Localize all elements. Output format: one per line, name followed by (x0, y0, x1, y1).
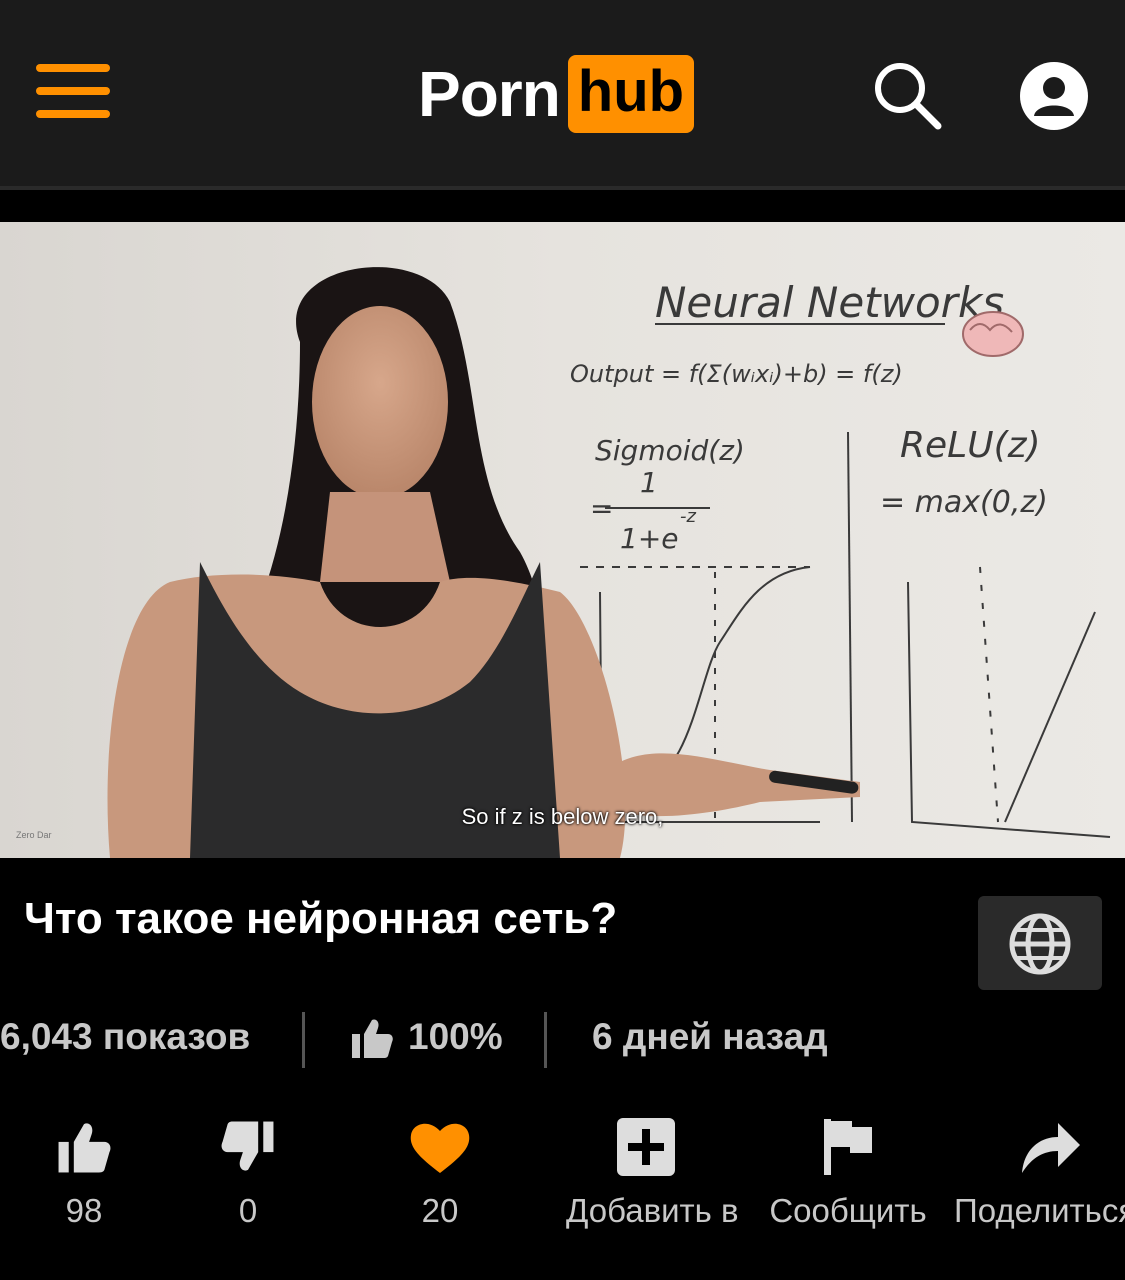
logo-text-right: hub (567, 55, 695, 133)
svg-text:=: = (590, 492, 613, 525)
add-to-label: Добавить в (566, 1192, 739, 1229)
thumbs-down-icon (221, 1121, 274, 1171)
video-frame: Neural Networks Output = f(Σ(wᵢxᵢ)+b) = … (0, 222, 1125, 858)
share-label: Поделиться (954, 1192, 1125, 1229)
stats-divider (544, 1012, 547, 1068)
view-count: 6,043 показов (0, 1016, 251, 1057)
rating-percentage: 100% (408, 1016, 503, 1057)
heart-icon (410, 1123, 470, 1173)
stats-divider (302, 1012, 305, 1068)
like-count: 98 (65, 1192, 103, 1229)
report-label: Сообщить (769, 1192, 927, 1229)
video-player[interactable]: Neural Networks Output = f(Σ(wᵢxᵢ)+b) = … (0, 222, 1125, 858)
globe-icon (1009, 913, 1071, 975)
dislike-button[interactable]: 0 (168, 1116, 328, 1230)
add-square-icon (617, 1118, 675, 1176)
header-divider (0, 186, 1125, 190)
dislike-count: 0 (238, 1192, 258, 1229)
video-title: Что такое нейронная сеть? (24, 894, 618, 943)
report-button[interactable]: Сообщить (768, 1116, 928, 1230)
upload-date: 6 дней назад (592, 1016, 828, 1057)
whiteboard-sigmoid-label: Sigmoid(z) (595, 434, 745, 467)
video-watermark: Zero Dar (16, 830, 52, 840)
share-button[interactable]: Поделиться (954, 1116, 1125, 1230)
brain-doodle (962, 311, 1024, 357)
logo-text-left: Porn (418, 58, 561, 130)
svg-text:1+e: 1+e (620, 522, 679, 555)
search-icon[interactable] (868, 56, 948, 136)
menu-icon[interactable] (36, 64, 110, 118)
whiteboard-heading: Neural Networks (655, 278, 1004, 327)
whiteboard-relu-label: ReLU(z) (900, 425, 1041, 466)
whiteboard-output-formula: Output = f(Σ(wᵢxᵢ)+b) = f(z) (570, 360, 903, 388)
svg-text:1: 1 (640, 466, 658, 499)
flag-icon (824, 1119, 872, 1175)
rating-thumb-icon (350, 1016, 394, 1063)
site-logo[interactable]: Porn hub (418, 54, 695, 134)
video-subtitle: So if z is below zero, (461, 804, 664, 829)
whiteboard-relu-formula: = max(0,z) (880, 485, 1048, 520)
share-arrow-icon (1022, 1123, 1080, 1173)
favorite-button[interactable]: 20 (360, 1116, 520, 1230)
account-icon[interactable] (1018, 60, 1090, 132)
top-navigation-bar: Porn hub (0, 0, 1125, 186)
thumbs-up-icon (58, 1123, 111, 1173)
like-button[interactable]: 98 (4, 1116, 164, 1230)
favorite-count: 20 (421, 1192, 459, 1229)
svg-text:-z: -z (680, 506, 696, 527)
add-to-button[interactable]: Добавить в (566, 1116, 739, 1230)
translate-button[interactable] (978, 896, 1102, 990)
